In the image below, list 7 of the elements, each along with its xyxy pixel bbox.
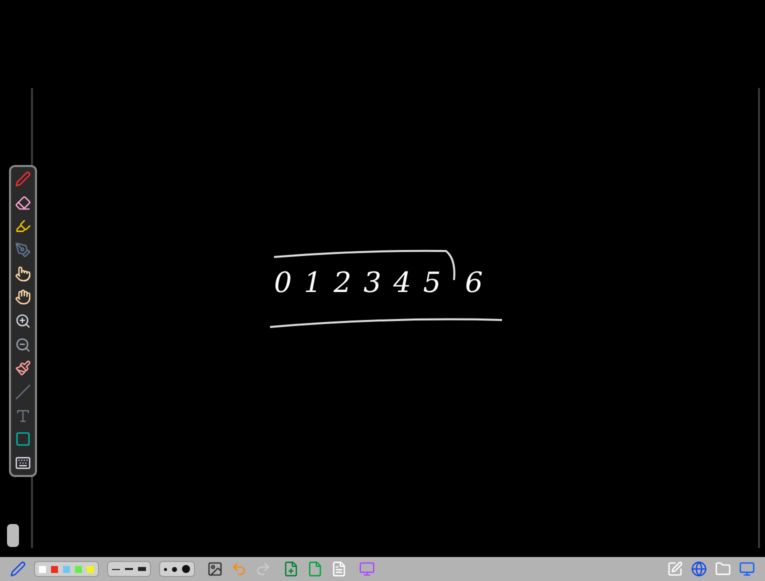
handwritten-digit: 0	[274, 269, 292, 297]
handwritten-digit: 4	[393, 269, 412, 297]
handwritten-digit: 5	[423, 269, 441, 297]
handwritten-digit: 6	[464, 269, 483, 297]
handwritten-digit: 1	[304, 269, 322, 297]
handwritten-digit: 3	[363, 269, 382, 297]
handwritten-digit: 2	[334, 269, 352, 297]
